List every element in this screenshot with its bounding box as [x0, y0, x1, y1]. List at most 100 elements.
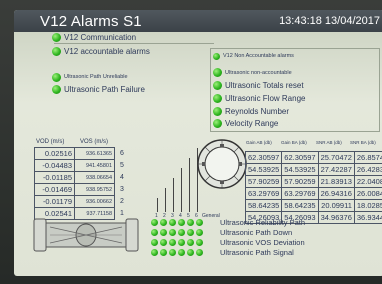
bar-label: 6: [195, 213, 198, 219]
table-row: 58.6423558.6423520.0991118.02853: [244, 199, 382, 212]
gain-ba-header: Gain BA (db): [281, 140, 307, 145]
status-led-icon: [213, 119, 222, 128]
alarm-label-v12-accountable: V12 accountable alarms: [64, 47, 150, 56]
alarm-label-totals-reset: Ultrasonic Totals reset: [225, 81, 304, 90]
path-status-led-icon: [169, 249, 176, 256]
vos-cell: 936.61365: [74, 147, 115, 160]
path-status-led-icon: [178, 219, 185, 226]
vos-cell: 941.45801: [74, 159, 115, 172]
alarm-label-reynolds-number: Reynolds Number: [225, 107, 290, 116]
path-bar-5: [189, 158, 190, 212]
path-status-led-icon: [178, 229, 185, 236]
status-led-icon: [213, 53, 220, 60]
pipe-cross-section-icon: [197, 139, 247, 189]
path-status-led-icon: [169, 219, 176, 226]
snr-cell: 34.96376: [317, 211, 355, 224]
alarm-label-v12-communication: V12 Communication: [64, 33, 137, 42]
path-status-led-icon: [151, 219, 158, 226]
path-status-led-icon: [151, 229, 158, 236]
gain-cell: 58.64235: [281, 199, 319, 212]
snr-cell: 27.42287: [317, 163, 355, 176]
path-status-led-icon: [187, 229, 194, 236]
gain-cell: 57.90259: [244, 175, 283, 188]
path-index: 4: [120, 174, 124, 181]
velocity-table: 0.02516 936.61365 6 -0.04483 941.45801 5 -0.…: [34, 147, 127, 220]
path-status-led-icon: [178, 249, 185, 256]
vod-cell: 0.02516: [34, 147, 75, 160]
status-led-icon: [52, 73, 61, 82]
status-led-icon: [213, 94, 222, 103]
path-status-led-icon: [196, 229, 203, 236]
snr-ba-header: SNR BA (db): [350, 140, 376, 145]
vos-column-header: VOS (m/s): [80, 139, 108, 145]
table-row: -0.01179 936.00662 2: [34, 195, 127, 208]
vos-cell: 936.00662: [74, 195, 115, 208]
path-status-led-icon: [169, 229, 176, 236]
snr-cell: 26.00846: [353, 187, 382, 200]
path-status-led-icon: [151, 249, 158, 256]
gain-cell: 54.53925: [281, 163, 319, 176]
table-row: 0.02516 936.61365 6: [34, 147, 127, 160]
path-status-led-icon: [160, 249, 167, 256]
path-status-led-icon: [160, 219, 167, 226]
table-row: 57.9025957.9025921.8391322.04087: [244, 175, 382, 188]
table-row: -0.04483 941.45801 5: [34, 159, 127, 172]
snr-cell: 18.02853: [353, 199, 382, 212]
snr-cell: 26.42832: [353, 163, 382, 176]
bar-label: 1: [155, 213, 158, 219]
alarm-label-path-unreliable: Ultrasonic Path Unreliable: [64, 74, 128, 80]
table-row: -0.01469 938.95752 3: [34, 183, 127, 196]
snr-cell: 26.94316: [317, 187, 355, 200]
status-led-icon: [213, 68, 222, 77]
hmi-screen: V12 Alarms S1 13:43:18 13/04/2017 V12 Co…: [14, 10, 382, 276]
status-led-icon: [52, 85, 61, 94]
path-status-led-icon: [160, 239, 167, 246]
alarm-label-non-accountable: Ultrasonic non-accountable: [225, 70, 292, 76]
gain-cell: 62.30597: [281, 151, 319, 164]
page-title: V12 Alarms S1: [40, 13, 142, 30]
vod-cell: -0.01469: [34, 183, 75, 196]
path-status-led-icon: [196, 219, 203, 226]
gain-cell: 63.29769: [244, 187, 283, 200]
vos-cell: 938.95752: [74, 183, 115, 196]
snr-cell: 20.09911: [317, 199, 355, 212]
path-index: 3: [120, 186, 124, 193]
table-row: 63.2976963.2976926.9431626.00846: [244, 187, 382, 200]
path-status-led-icon: [160, 229, 167, 236]
general-label: General: [202, 213, 220, 219]
gain-cell: 58.64235: [244, 199, 283, 212]
path-status-led-icon: [187, 239, 194, 246]
snr-cell: 21.83913: [317, 175, 355, 188]
vod-cell: -0.04483: [34, 159, 75, 172]
path-bar-3: [173, 178, 174, 212]
path-status-led-icon: [196, 239, 203, 246]
divider: [54, 43, 214, 44]
vod-cell: -0.01179: [34, 195, 75, 208]
path-status-led-icon: [196, 249, 203, 256]
vod-column-header: VOD (m/s): [36, 139, 65, 145]
status-led-icon: [52, 33, 61, 42]
path-status-led-icon: [169, 239, 176, 246]
gain-snr-table: 62.3059762.3059725.7047226.85744 54.5392…: [244, 151, 382, 224]
status-led-icon: [52, 47, 61, 56]
datetime-display: 13:43:18 13/04/2017: [279, 15, 380, 27]
path-index: 6: [120, 150, 124, 157]
alarm-label-path-signal: Ultrasonic Path Signal: [220, 248, 294, 257]
alarm-label-vos-deviation: Ultrasonic VOS Deviation: [220, 238, 305, 247]
path-bar-4: [181, 168, 182, 212]
panel-title: V12 Non Accountable alarms: [223, 53, 294, 59]
status-led-icon: [213, 81, 222, 90]
vos-cell: 938.06654: [74, 171, 115, 184]
path-index: 2: [120, 198, 124, 205]
gain-cell: 57.90259: [281, 175, 319, 188]
snr-ab-header: SNR AB (db): [316, 140, 342, 145]
path-index: 5: [120, 162, 124, 169]
alarm-label-path-down: Ultrasonic Path Down: [220, 228, 293, 237]
path-status-led-icon: [151, 239, 158, 246]
table-row: 54.5392554.5392527.4228726.42832: [244, 163, 382, 176]
gain-ab-header: Gain AB (db): [246, 140, 272, 145]
alarm-label-velocity-range: Velocity Range: [225, 119, 279, 128]
alarm-label-path-failure: Ultrasonic Path Failure: [64, 85, 145, 94]
path-status-led-icon: [178, 239, 185, 246]
path-bar-2: [165, 188, 166, 212]
